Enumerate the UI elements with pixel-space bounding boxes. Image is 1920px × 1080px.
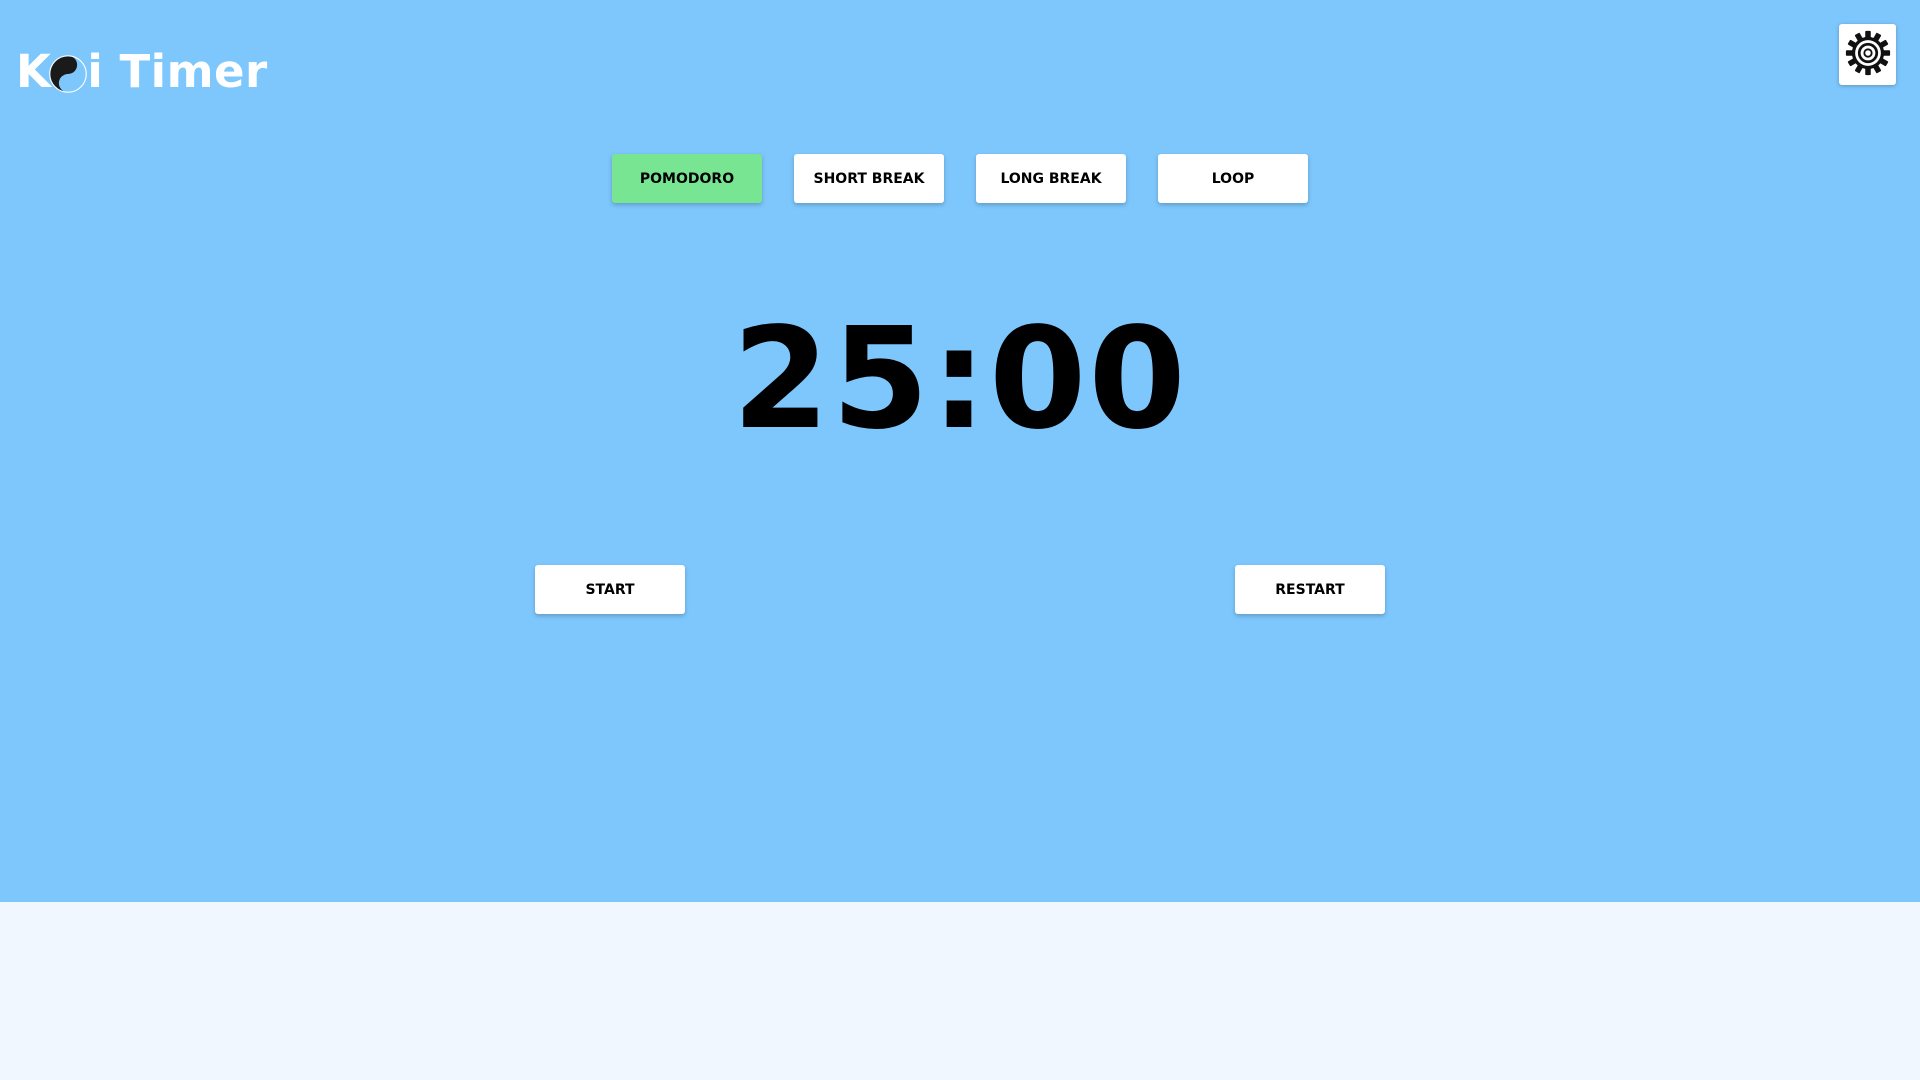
long-break-tab[interactable]: LONG BREAK — [976, 154, 1126, 203]
app-logo: K i Timer — [16, 46, 268, 96]
timer-panel: K i Timer POMODORO SHORT BREAK LONG BREA… — [0, 0, 1920, 902]
logo-text-start: K — [16, 44, 52, 98]
yin-yang-icon — [49, 55, 88, 93]
loop-tab[interactable]: LOOP — [1158, 154, 1308, 203]
restart-button[interactable]: RESTART — [1235, 565, 1385, 614]
timer-display: 25:00 — [732, 298, 1188, 461]
logo-text-end: i Timer — [87, 44, 268, 98]
short-break-tab[interactable]: SHORT BREAK — [794, 154, 944, 203]
pomodoro-tab[interactable]: POMODORO — [612, 154, 762, 203]
start-button[interactable]: START — [535, 565, 685, 614]
footer-area — [0, 902, 1920, 1080]
app: K i Timer POMODORO SHORT BREAK LONG BREA… — [0, 0, 1920, 1080]
settings-button[interactable] — [1839, 24, 1896, 85]
gear-icon — [1845, 30, 1891, 80]
